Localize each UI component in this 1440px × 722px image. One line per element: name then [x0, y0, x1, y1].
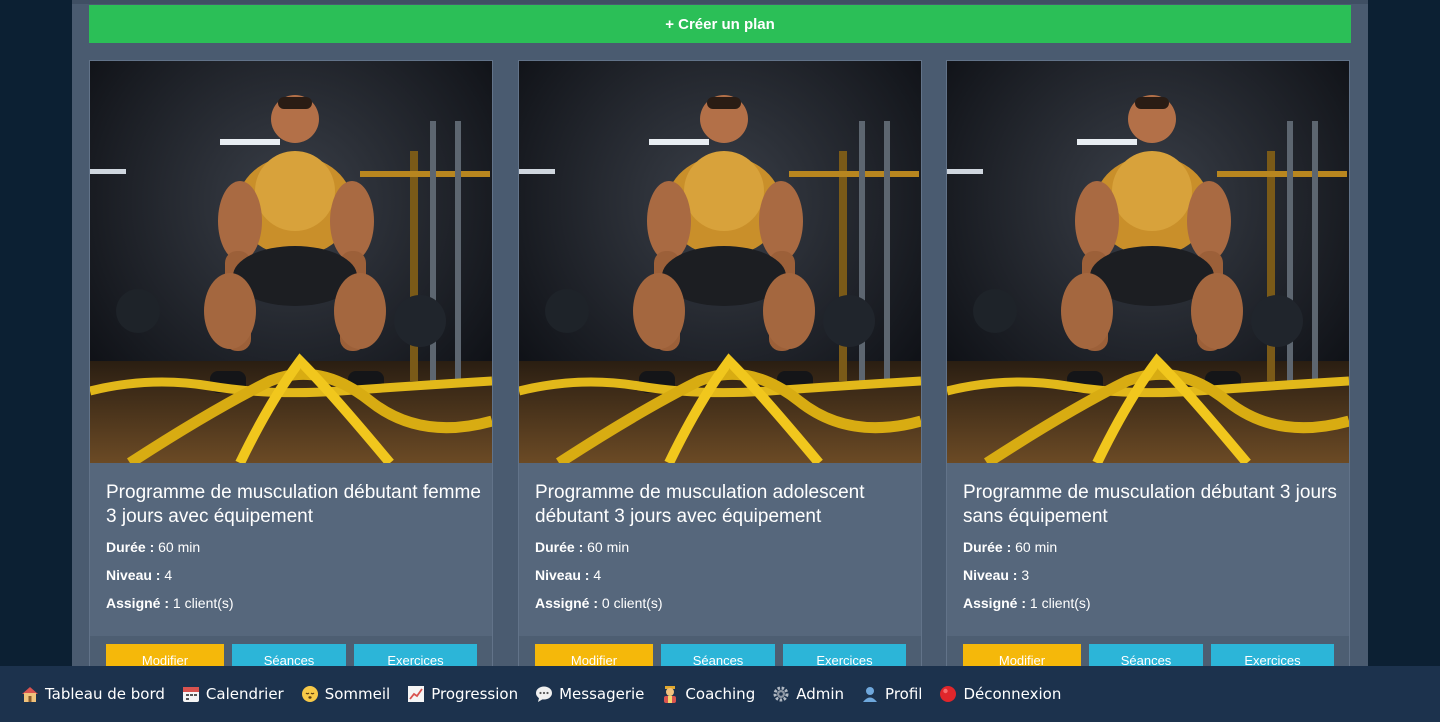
- exercises-button[interactable]: Exercices: [783, 644, 906, 666]
- nav-profile[interactable]: Profil: [860, 684, 922, 704]
- create-plan-button[interactable]: + Créer un plan: [89, 5, 1351, 43]
- plan-level: Niveau : 4: [106, 567, 173, 583]
- edit-button[interactable]: Modifier: [963, 644, 1081, 666]
- edit-button[interactable]: Modifier: [535, 644, 653, 666]
- plan-assigned: Assigné : 0 client(s): [535, 595, 663, 611]
- plan-title: Programme de musculation adolescent débu…: [535, 482, 865, 527]
- nav-coaching[interactable]: Coaching: [660, 684, 755, 704]
- nav-messaging[interactable]: Messagerie: [534, 684, 644, 704]
- nav-progress[interactable]: Progression: [406, 684, 518, 704]
- nav-admin[interactable]: Admin: [771, 684, 844, 704]
- card-actions: Modifier Séances Exercices: [947, 636, 1349, 666]
- edit-button[interactable]: Modifier: [106, 644, 224, 666]
- exercises-button[interactable]: Exercices: [354, 644, 477, 666]
- plans-panel: + Créer un plan Programme de musculation…: [72, 0, 1368, 666]
- athlete-battle-ropes-image: [947, 61, 1349, 463]
- plan-card[interactable]: Programme de musculation adolescent débu…: [518, 60, 922, 666]
- card-actions: Modifier Séances Exercices: [90, 636, 492, 666]
- plan-assigned: Assigné : 1 client(s): [963, 595, 1091, 611]
- sessions-button[interactable]: Séances: [232, 644, 346, 666]
- plan-image: [947, 61, 1349, 463]
- athlete-battle-ropes-image: [519, 61, 921, 463]
- plan-duration: Durée : 60 min: [535, 539, 630, 555]
- nav-calendar[interactable]: Calendrier: [181, 684, 284, 704]
- plan-title: Programme de musculation débutant femme …: [106, 482, 481, 527]
- plan-level: Niveau : 3: [963, 567, 1030, 583]
- card-actions: Modifier Séances Exercices: [519, 636, 921, 666]
- plan-title: Programme de musculation débutant 3 jour…: [963, 482, 1337, 527]
- plan-image: [90, 61, 492, 463]
- speech-bubble-icon: [534, 684, 554, 704]
- chart-up-icon: [406, 684, 426, 704]
- red-circle-icon: [938, 684, 958, 704]
- sessions-button[interactable]: Séances: [1089, 644, 1203, 666]
- bottom-navbar: Tableau de bord Calendrier Sommeil Progr…: [0, 666, 1440, 722]
- plan-card[interactable]: Programme de musculation débutant 3 jour…: [946, 60, 1350, 666]
- sleepy-face-icon: [300, 684, 320, 704]
- sessions-button[interactable]: Séances: [661, 644, 775, 666]
- nav-sleep[interactable]: Sommeil: [300, 684, 390, 704]
- plan-duration: Durée : 60 min: [963, 539, 1058, 555]
- plan-card[interactable]: Programme de musculation débutant femme …: [89, 60, 493, 666]
- house-icon: [20, 684, 40, 704]
- nav-logout[interactable]: Déconnexion: [938, 684, 1061, 704]
- nav-dashboard[interactable]: Tableau de bord: [20, 684, 165, 704]
- exercises-button[interactable]: Exercices: [1211, 644, 1334, 666]
- plan-assigned: Assigné : 1 client(s): [106, 595, 234, 611]
- coach-icon: [660, 684, 680, 704]
- athlete-battle-ropes-image: [90, 61, 492, 463]
- calendar-icon: [181, 684, 201, 704]
- plan-level: Niveau : 4: [535, 567, 602, 583]
- panel-top-divider: [72, 0, 1368, 4]
- gear-icon: [771, 684, 791, 704]
- plan-duration: Durée : 60 min: [106, 539, 201, 555]
- user-icon: [860, 684, 880, 704]
- plan-image: [519, 61, 921, 463]
